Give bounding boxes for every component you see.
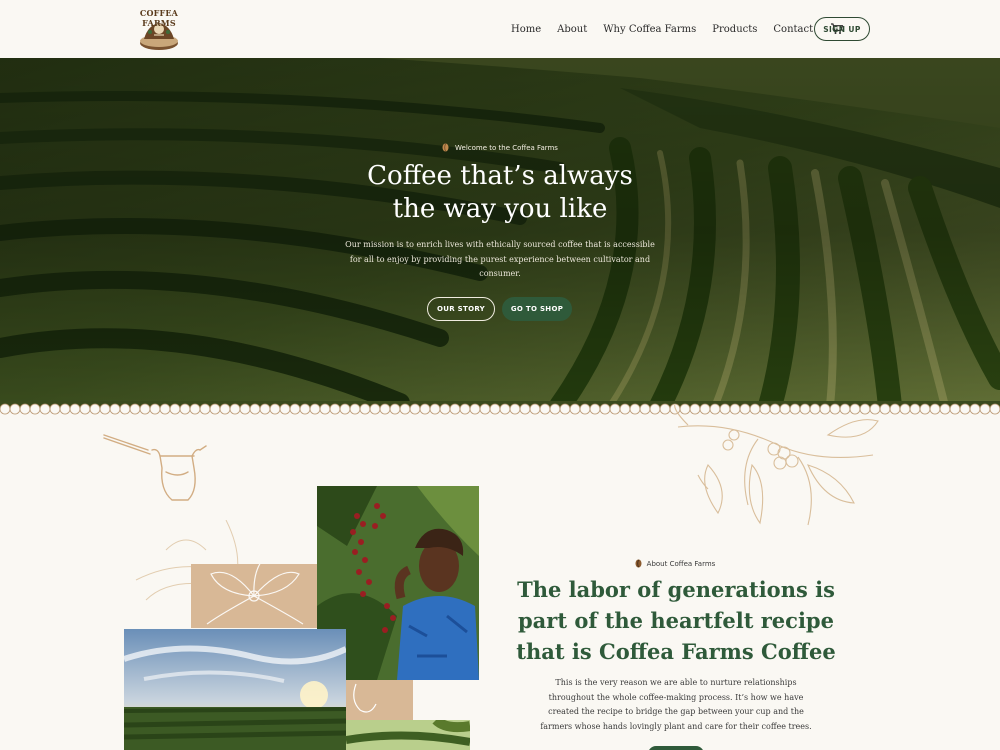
about-read-more-button[interactable] <box>648 746 704 750</box>
hero-title: Coffee that’s always the way you like <box>0 160 1000 226</box>
coffee-bean-icon <box>442 143 449 152</box>
nav-products[interactable]: Products <box>712 24 757 35</box>
nav-about[interactable]: About <box>557 24 587 35</box>
hero-title-line-1: Coffee that’s always <box>367 161 633 191</box>
sign-up-button[interactable]: SIGN UP <box>814 17 870 41</box>
hero-eyebrow-text: Welcome to the Coffea Farms <box>455 143 558 152</box>
sunset-farm-landscape-photo <box>124 629 346 750</box>
site-header: COFFEA FARMS Home About Why Coffea Farms… <box>0 0 1000 58</box>
nav-home[interactable]: Home <box>511 24 541 35</box>
hero-section: Welcome to the Coffea Farms Coffee that’… <box>0 58 1000 406</box>
our-story-button[interactable]: OUR STORY <box>427 297 495 321</box>
go-to-shop-button[interactable]: GO TO SHOP <box>502 297 572 321</box>
hero-subtitle: Our mission is to enrich lives with ethi… <box>345 240 655 278</box>
coffea-farms-logo[interactable]: COFFEA FARMS <box>136 5 182 53</box>
coffee-branch-illustration <box>674 405 879 526</box>
hero-title-line-2: the way you like <box>392 194 608 224</box>
tan-flower-outline-tile <box>346 680 413 720</box>
vanilla-flower-illustration-tile <box>191 564 317 628</box>
about-eyebrow-text: About Coffea Farms <box>646 559 716 568</box>
about-eyebrow: About Coffea Farms <box>500 559 850 568</box>
nav-why-coffea-farms[interactable]: Why Coffea Farms <box>603 24 696 35</box>
about-title: The labor of generations is part of the … <box>516 577 836 664</box>
logo-wordmark: COFFEA FARMS <box>139 8 179 28</box>
hero-content: Welcome to the Coffea Farms Coffee that’… <box>0 58 1000 406</box>
coffee-bean-icon <box>635 559 642 568</box>
main-nav: Home About Why Coffea Farms Products Con… <box>511 22 864 36</box>
coffee-pot-illustration <box>103 434 207 501</box>
farm-field-photo-bottom <box>346 720 470 750</box>
nav-contact[interactable]: Contact <box>773 24 813 35</box>
hero-eyebrow: Welcome to the Coffea Farms <box>0 143 1000 152</box>
about-body: This is the very reason we are able to n… <box>540 678 812 731</box>
